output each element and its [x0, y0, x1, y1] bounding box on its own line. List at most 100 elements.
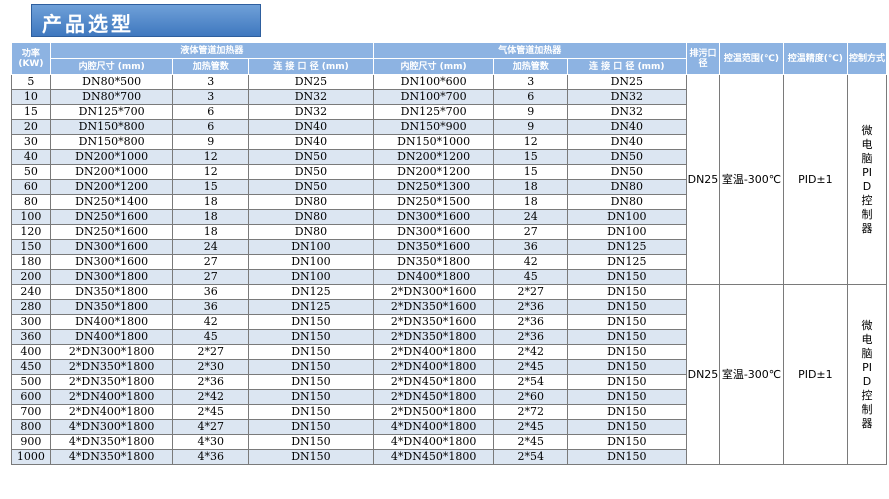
liquid-heat-tubes-cell: 15: [172, 179, 250, 195]
power-cell: 500: [11, 374, 51, 390]
liquid-conn-size-cell: DN150: [248, 359, 374, 375]
gas-heat-tubes-cell: 27: [493, 224, 568, 240]
product-selection-table: 功率 (KW) 液体管道加热器 气体管道加热器 排污口径 控温范围(℃) 控温精…: [11, 42, 887, 465]
header-liquid-heat-tubes: 加热管数: [172, 58, 250, 75]
power-cell: 800: [11, 419, 51, 435]
gas-inner-size-cell: DN300*1600: [372, 209, 495, 225]
liquid-heat-tubes-cell: 2*45: [172, 404, 250, 420]
liquid-heat-tubes-cell: 3: [172, 74, 250, 90]
gas-inner-size-cell: 2*DN350*1600: [372, 299, 495, 315]
liquid-inner-size-cell: DN200*1000: [49, 149, 174, 165]
power-cell: 30: [11, 134, 51, 150]
power-cell: 300: [11, 314, 51, 330]
gas-inner-size-cell: 2*DN350*1800: [372, 329, 495, 345]
power-cell: 600: [11, 389, 51, 405]
liquid-inner-size-cell: DN250*1600: [49, 224, 174, 240]
liquid-conn-size-cell: DN150: [248, 374, 374, 390]
temp-range-cell: 室温-300℃: [719, 74, 784, 285]
gas-conn-size-cell: DN32: [567, 104, 687, 120]
liquid-conn-size-cell: DN150: [248, 344, 374, 360]
gas-inner-size-cell: 2*DN400*1800: [372, 359, 495, 375]
header-drain: 排污口径: [685, 42, 721, 75]
gas-inner-size-cell: DN250*1500: [372, 194, 495, 210]
power-cell: 1000: [11, 449, 51, 465]
gas-heat-tubes-cell: 36: [493, 239, 568, 255]
gas-conn-size-cell: DN40: [567, 134, 687, 150]
liquid-inner-size-cell: DN250*1600: [49, 209, 174, 225]
power-cell: 400: [11, 344, 51, 360]
liquid-inner-size-cell: DN200*1000: [49, 164, 174, 180]
liquid-conn-size-cell: DN125: [248, 299, 374, 315]
power-cell: 5: [11, 74, 51, 90]
gas-inner-size-cell: DN100*700: [372, 89, 495, 105]
gas-inner-size-cell: 2*DN400*1800: [372, 344, 495, 360]
liquid-inner-size-cell: 4*DN300*1800: [49, 419, 174, 435]
gas-inner-size-cell: DN200*1200: [372, 164, 495, 180]
temp-precision-cell: PID±1: [782, 74, 849, 285]
gas-inner-size-cell: DN100*600: [372, 74, 495, 90]
liquid-inner-size-cell: DN250*1400: [49, 194, 174, 210]
gas-inner-size-cell: DN200*1200: [372, 149, 495, 165]
gas-heat-tubes-cell: 24: [493, 209, 568, 225]
temp-range-cell: 室温-300℃: [719, 284, 784, 465]
liquid-heat-tubes-cell: 2*27: [172, 344, 250, 360]
liquid-conn-size-cell: DN25: [248, 74, 374, 90]
gas-heat-tubes-cell: 9: [493, 119, 568, 135]
header-liquid-heater: 液体管道加热器: [49, 42, 374, 59]
liquid-conn-size-cell: DN100: [248, 254, 374, 270]
liquid-heat-tubes-cell: 18: [172, 194, 250, 210]
gas-conn-size-cell: DN25: [567, 74, 687, 90]
gas-heat-tubes-cell: 42: [493, 254, 568, 270]
power-cell: 900: [11, 434, 51, 450]
gas-heat-tubes-cell: 2*36: [493, 314, 568, 330]
gas-heat-tubes-cell: 2*42: [493, 344, 568, 360]
liquid-inner-size-cell: DN150*800: [49, 119, 174, 135]
liquid-conn-size-cell: DN150: [248, 389, 374, 405]
liquid-inner-size-cell: DN300*1800: [49, 269, 174, 285]
gas-heat-tubes-cell: 9: [493, 104, 568, 120]
liquid-heat-tubes-cell: 6: [172, 104, 250, 120]
liquid-conn-size-cell: DN40: [248, 119, 374, 135]
gas-conn-size-cell: DN125: [567, 239, 687, 255]
gas-heat-tubes-cell: 2*54: [493, 449, 568, 465]
gas-conn-size-cell: DN100: [567, 209, 687, 225]
power-cell: 80: [11, 194, 51, 210]
gas-inner-size-cell: 2*DN500*1800: [372, 404, 495, 420]
power-cell: 150: [11, 239, 51, 255]
liquid-inner-size-cell: 2*DN400*1800: [49, 389, 174, 405]
gas-conn-size-cell: DN150: [567, 389, 687, 405]
gas-heat-tubes-cell: 15: [493, 149, 568, 165]
liquid-inner-size-cell: DN350*1800: [49, 284, 174, 300]
power-cell: 180: [11, 254, 51, 270]
liquid-conn-size-cell: DN150: [248, 449, 374, 465]
gas-heat-tubes-cell: 2*36: [493, 299, 568, 315]
power-cell: 280: [11, 299, 51, 315]
gas-conn-size-cell: DN50: [567, 164, 687, 180]
section-title-banner: 产品选型: [31, 4, 261, 37]
gas-conn-size-cell: DN150: [567, 299, 687, 315]
gas-inner-size-cell: DN125*700: [372, 104, 495, 120]
gas-inner-size-cell: 4*DN400*1800: [372, 419, 495, 435]
table-body: 5 DN80*500 3 DN25 DN100*600 3 DN25 DN25 室温-300℃ P…: [11, 74, 887, 465]
power-cell: 360: [11, 329, 51, 345]
gas-conn-size-cell: DN50: [567, 149, 687, 165]
liquid-inner-size-cell: 2*DN400*1800: [49, 404, 174, 420]
liquid-inner-size-cell: DN300*1600: [49, 254, 174, 270]
liquid-conn-size-cell: DN50: [248, 179, 374, 195]
gas-conn-size-cell: DN150: [567, 449, 687, 465]
liquid-inner-size-cell: DN400*1800: [49, 314, 174, 330]
liquid-inner-size-cell: DN150*800: [49, 134, 174, 150]
gas-conn-size-cell: DN150: [567, 314, 687, 330]
liquid-conn-size-cell: DN150: [248, 404, 374, 420]
liquid-heat-tubes-cell: 12: [172, 149, 250, 165]
gas-heat-tubes-cell: 6: [493, 89, 568, 105]
gas-inner-size-cell: 2*DN350*1600: [372, 314, 495, 330]
power-cell: 15: [11, 104, 51, 120]
liquid-heat-tubes-cell: 2*42: [172, 389, 250, 405]
gas-conn-size-cell: DN150: [567, 344, 687, 360]
gas-heat-tubes-cell: 2*72: [493, 404, 568, 420]
header-gas-conn-size: 连 接 口 径 (mm): [567, 58, 687, 75]
gas-heat-tubes-cell: 2*36: [493, 329, 568, 345]
liquid-conn-size-cell: DN80: [248, 209, 374, 225]
gas-conn-size-cell: DN100: [567, 224, 687, 240]
